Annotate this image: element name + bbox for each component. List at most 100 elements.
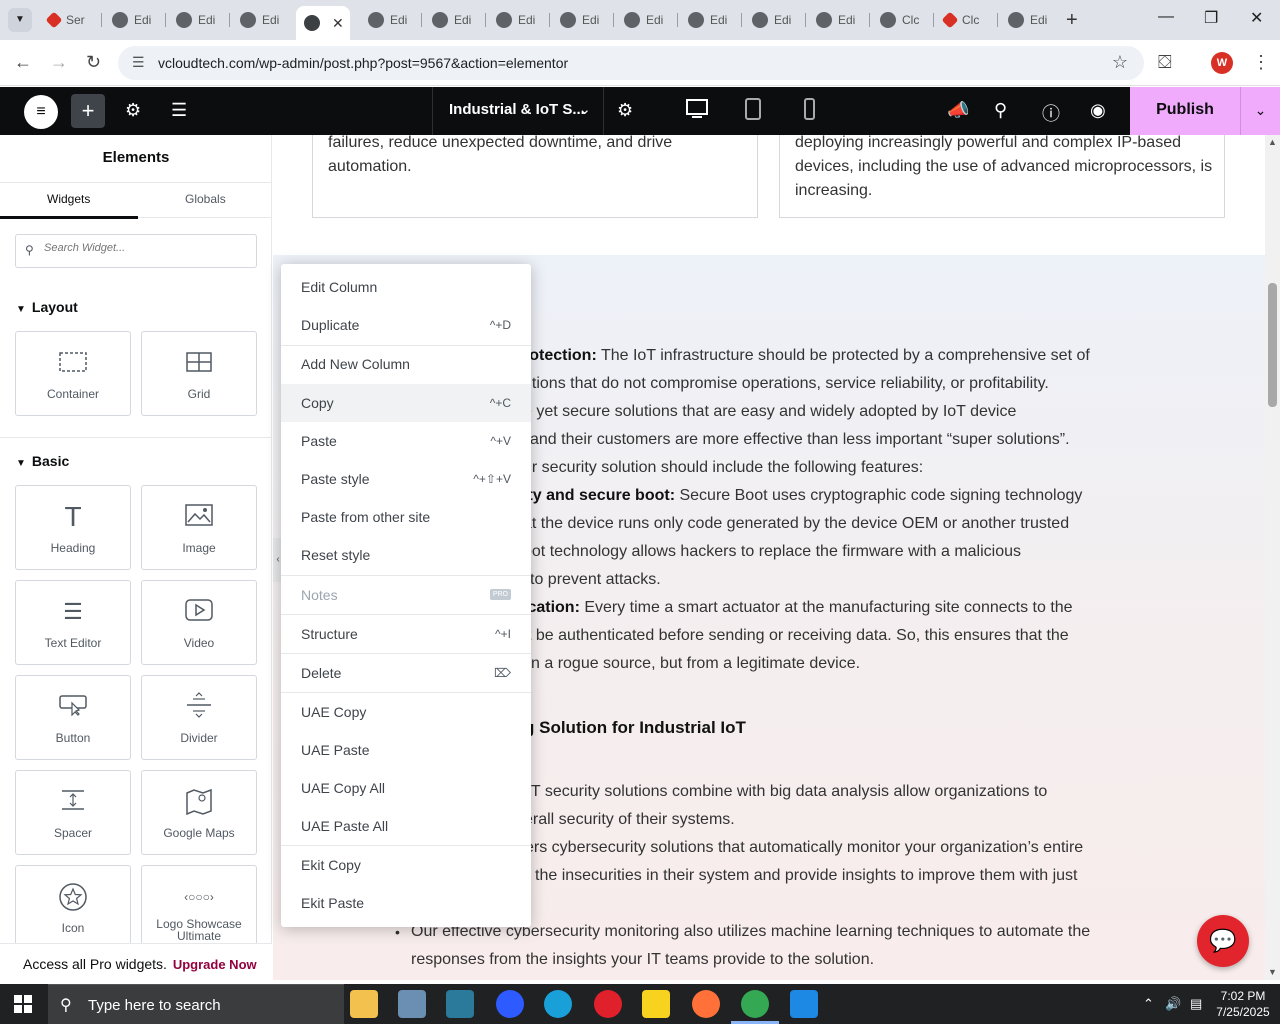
app-icon[interactable]	[446, 990, 474, 1018]
widget-search[interactable]: ⚲	[15, 234, 257, 268]
edge-icon[interactable]	[544, 990, 572, 1018]
menu-item-uae-copy-all[interactable]: UAE Copy All	[281, 769, 531, 807]
url-text[interactable]: vcloudtech.com/wp-admin/post.php?post=95…	[158, 55, 568, 71]
file-explorer-icon[interactable]	[350, 990, 378, 1018]
widget-logo-showcase[interactable]: ‹○○○› Logo Showcase Ultimate	[141, 865, 257, 950]
menu-item-reset-style[interactable]: Reset style	[281, 536, 531, 574]
browser-tab[interactable]: Clc	[872, 6, 934, 34]
taskbar-clock[interactable]: 7:02 PM 7/25/2025	[1210, 988, 1276, 1020]
menu-item-ekit-paste[interactable]: Ekit Paste	[281, 884, 531, 922]
back-icon[interactable]: ←	[14, 52, 32, 73]
site-settings-icon[interactable]: ⚙	[125, 100, 141, 121]
minimize-icon[interactable]: —	[1158, 8, 1174, 26]
browser-tab[interactable]: Edi	[1000, 6, 1062, 34]
restore-icon[interactable]: ❐	[1204, 8, 1218, 28]
menu-item-uae-paste-all[interactable]: UAE Paste All	[281, 807, 531, 845]
scroll-down-icon[interactable]: ▼	[1268, 967, 1277, 977]
tablet-icon[interactable]	[741, 98, 765, 120]
search-icon[interactable]: ⚲	[994, 100, 1007, 121]
browser-tab[interactable]: Clc	[936, 6, 998, 34]
windows-start-icon[interactable]	[14, 995, 32, 1013]
search-widget-input[interactable]	[44, 242, 244, 254]
menu-item-structure[interactable]: Structure ^+I	[281, 615, 531, 653]
forward-icon[interactable]: →	[50, 52, 68, 73]
widget-grid[interactable]: Grid	[141, 331, 257, 416]
vscode-icon[interactable]	[790, 990, 818, 1018]
menu-item-copy[interactable]: Copy ^+C	[281, 384, 531, 422]
browser-tab-active[interactable]: ✕	[296, 6, 350, 40]
preview-eye-icon[interactable]: ◉	[1090, 100, 1106, 121]
publish-options-chevron-icon[interactable]: ⌄	[1240, 87, 1280, 135]
site-info-icon[interactable]: ☰	[132, 54, 145, 71]
menu-item-duplicate[interactable]: Duplicate ^+D	[281, 306, 531, 344]
browser-tab[interactable]: Edi	[424, 6, 486, 34]
widget-heading[interactable]: T Heading	[15, 485, 131, 570]
menu-item-uae-copy[interactable]: UAE Copy	[281, 693, 531, 731]
menu-item-ekit-copy[interactable]: Ekit Copy	[281, 846, 531, 884]
basic-section-toggle[interactable]: ▼ Basic	[16, 453, 69, 469]
scroll-thumb[interactable]	[1268, 283, 1277, 407]
widget-spacer[interactable]: Spacer	[15, 770, 131, 855]
app-icon[interactable]	[398, 990, 426, 1018]
help-icon[interactable]: ⓘ	[1042, 100, 1060, 126]
add-element-button[interactable]: +	[71, 94, 105, 128]
tray-chevron-icon[interactable]: ⌃	[1143, 996, 1154, 1012]
widget-image[interactable]: Image	[141, 485, 257, 570]
content-card[interactable]: failures, reduce unexpected downtime, an…	[312, 135, 758, 218]
tab-search-button[interactable]: ▼	[8, 8, 32, 32]
widget-button[interactable]: Button	[15, 675, 131, 760]
desktop-icon[interactable]	[685, 98, 709, 120]
browser-tab[interactable]: Edi	[488, 6, 550, 34]
widget-container[interactable]: Container	[15, 331, 131, 416]
structure-layers-icon[interactable]: ☰	[171, 100, 187, 121]
network-icon[interactable]: ▤	[1190, 996, 1202, 1012]
menu-item-paste[interactable]: Paste ^+V	[281, 422, 531, 460]
browser-tab[interactable]: Edi	[104, 6, 166, 34]
chat-support-icon[interactable]: 💬	[1197, 915, 1249, 967]
widget-text-editor[interactable]: ☰ Text Editor	[15, 580, 131, 665]
browser-menu-icon[interactable]: ⋮	[1252, 52, 1270, 73]
new-tab-button[interactable]: +	[1066, 9, 1078, 32]
chrome-icon[interactable]	[741, 990, 769, 1018]
browser-tab[interactable]: Edi	[552, 6, 614, 34]
publish-button[interactable]: Publish	[1130, 87, 1240, 135]
menu-item-edit-column[interactable]: Edit Column	[281, 268, 531, 306]
url-bar[interactable]: ☰ vcloudtech.com/wp-admin/post.php?post=…	[118, 46, 1144, 80]
menu-item-paste-style[interactable]: Paste style ^+⇧+V	[281, 460, 531, 498]
menu-item-add-new-column[interactable]: Add New Column	[281, 345, 531, 383]
browser-tab[interactable]: Edi	[744, 6, 806, 34]
browser-tab[interactable]: Edi	[168, 6, 230, 34]
widget-icon[interactable]: Icon	[15, 865, 131, 950]
browser-tab[interactable]: Edi	[360, 6, 422, 34]
profile-avatar[interactable]: W	[1211, 52, 1233, 74]
canvas-scrollbar[interactable]: ▲ ▼	[1265, 135, 1280, 980]
widget-divider[interactable]: Divider	[141, 675, 257, 760]
zoom-icon[interactable]	[496, 990, 524, 1018]
opera-icon[interactable]	[594, 990, 622, 1018]
firefox-icon[interactable]	[692, 990, 720, 1018]
elementor-logo-icon[interactable]: ≡	[24, 95, 58, 129]
taskbar-search-box[interactable]: ⚲ Type here to search	[48, 984, 344, 1024]
scroll-up-icon[interactable]: ▲	[1268, 137, 1277, 147]
content-card[interactable]: deploying increasingly powerful and comp…	[779, 135, 1225, 218]
widget-google-maps[interactable]: Google Maps	[141, 770, 257, 855]
browser-tab[interactable]: Edi	[232, 6, 294, 34]
tab-globals[interactable]: Globals	[185, 192, 226, 206]
menu-item-paste-from-other-site[interactable]: Paste from other site	[281, 498, 531, 536]
extensions-icon[interactable]: ⛋	[1158, 52, 1172, 73]
browser-tab[interactable]: Edi	[808, 6, 870, 34]
sticky-notes-icon[interactable]	[642, 990, 670, 1018]
widget-video[interactable]: Video	[141, 580, 257, 665]
page-settings-icon[interactable]: ⚙	[617, 100, 633, 121]
upgrade-now-link[interactable]: Upgrade Now	[173, 957, 257, 972]
menu-item-delete[interactable]: Delete ⌦	[281, 654, 531, 692]
whats-new-megaphone-icon[interactable]: 📣	[947, 100, 969, 121]
document-title-dropdown[interactable]: Industrial & IoT S... ⌄	[432, 87, 604, 135]
bookmark-star-icon[interactable]: ☆	[1112, 52, 1128, 73]
browser-tab[interactable]: Edi	[616, 6, 678, 34]
volume-icon[interactable]: 🔊	[1165, 996, 1181, 1012]
close-window-icon[interactable]: ✕	[1250, 8, 1263, 28]
reload-icon[interactable]: ↻	[86, 52, 101, 73]
tab-widgets[interactable]: Widgets	[47, 192, 90, 206]
close-tab-icon[interactable]: ✕	[332, 15, 344, 32]
